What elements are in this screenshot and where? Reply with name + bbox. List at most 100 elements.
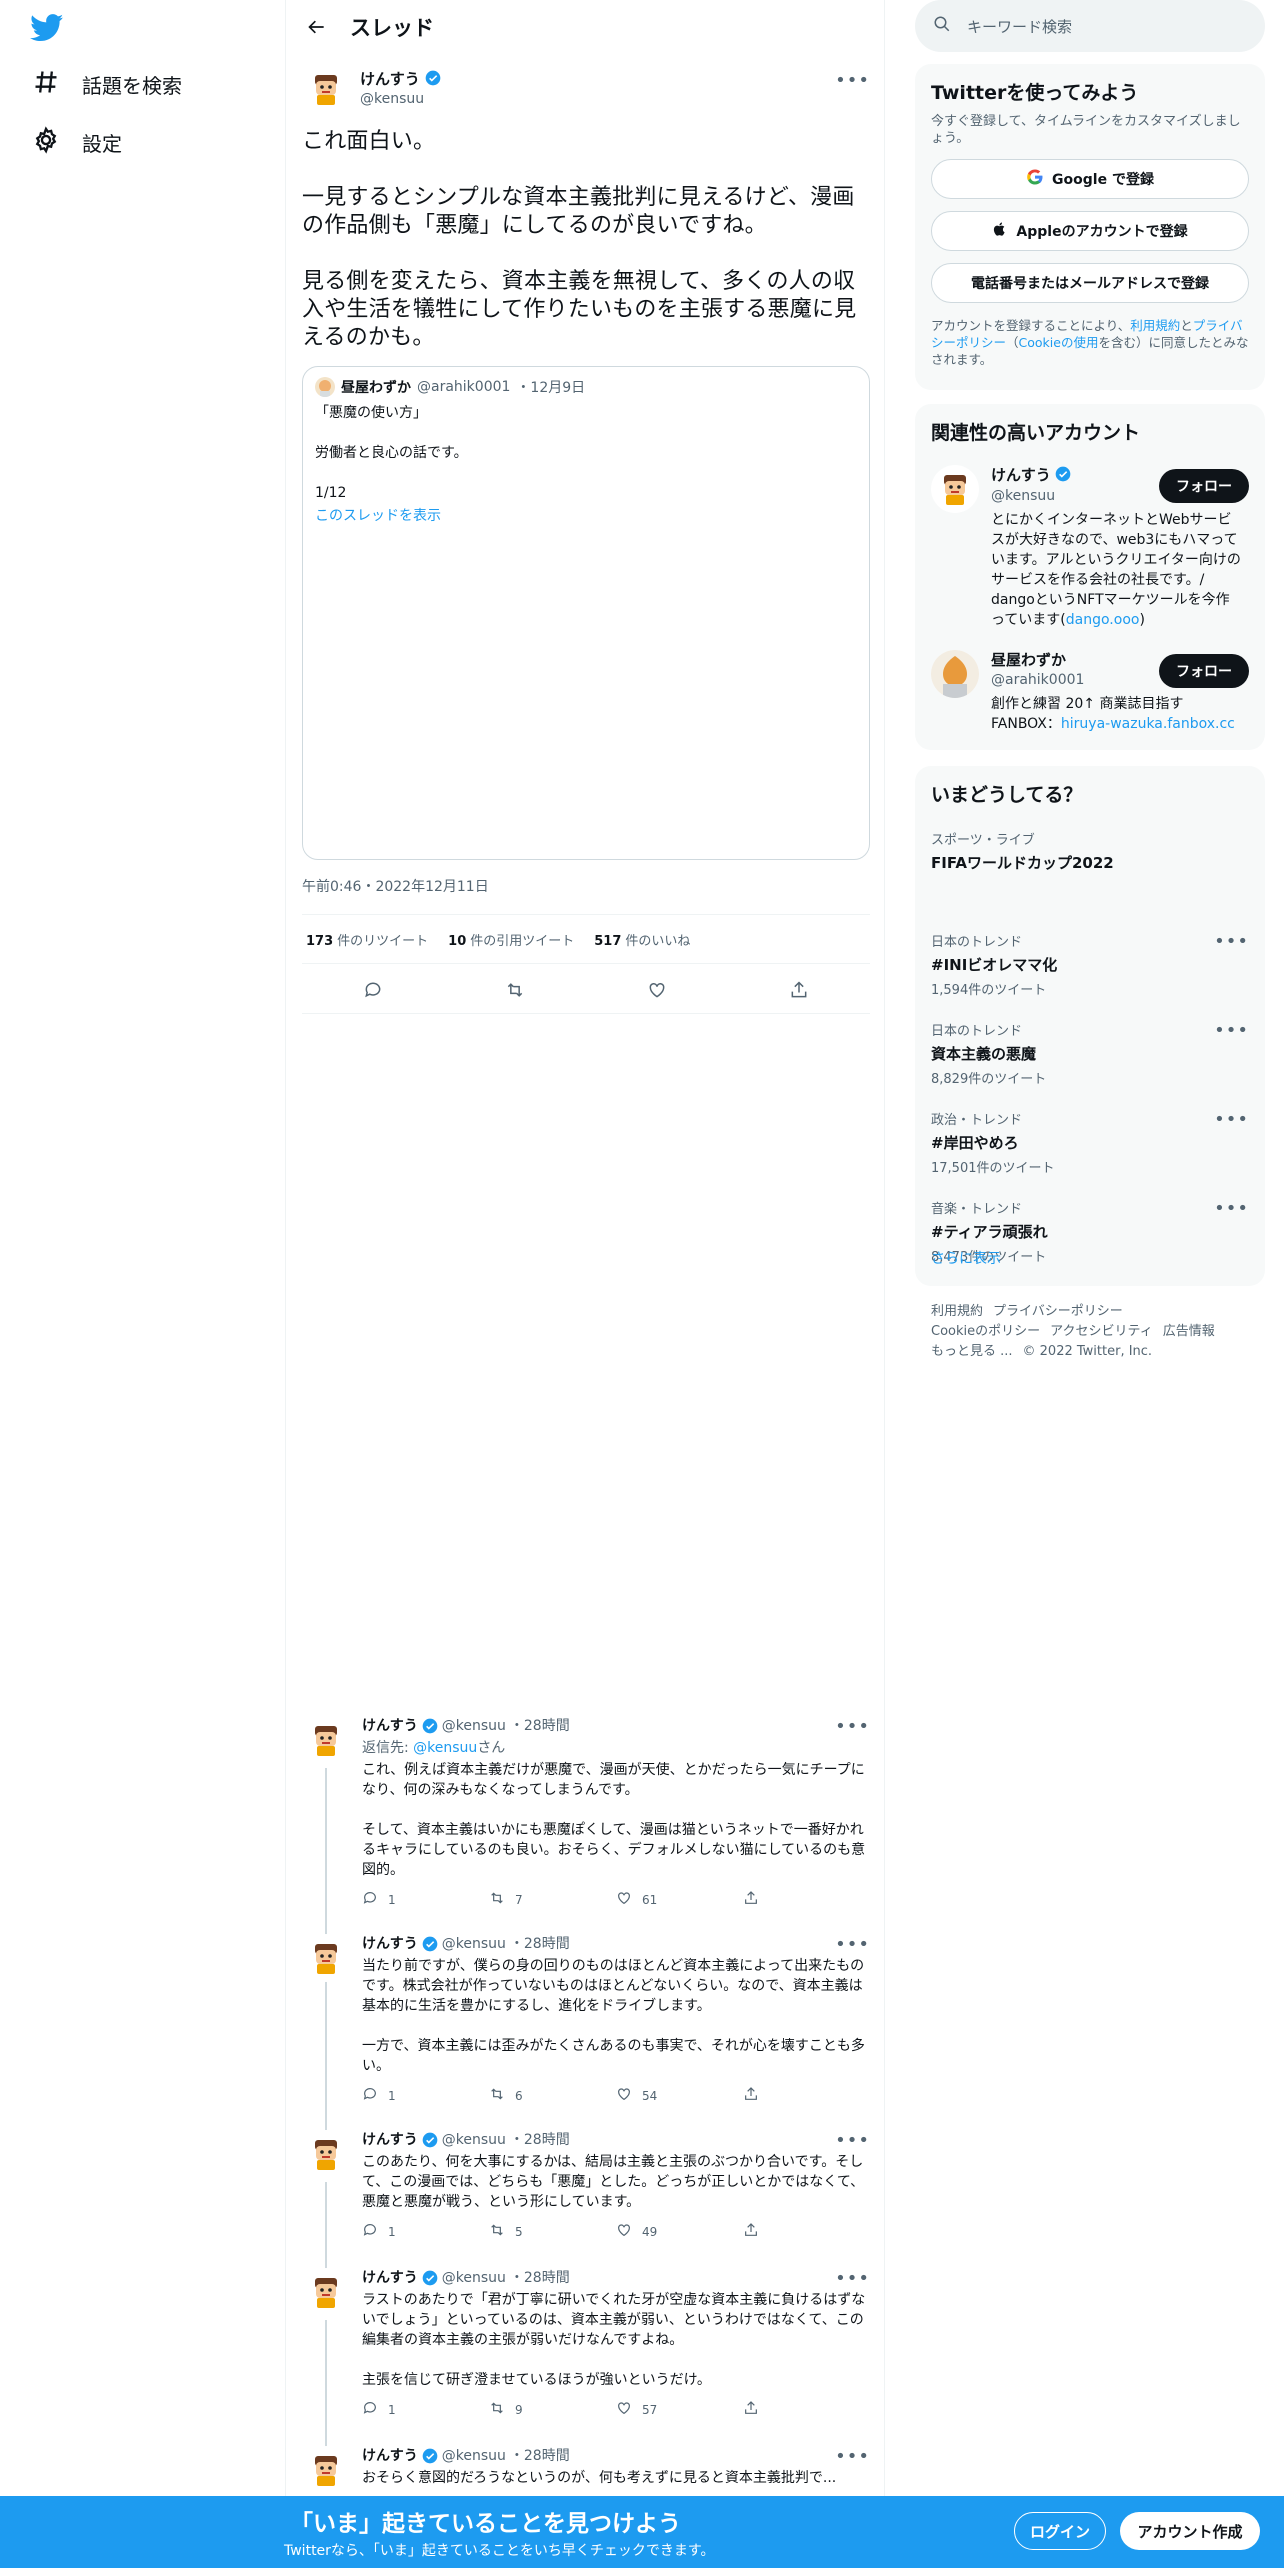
footer-link[interactable]: 利用規約 bbox=[931, 1304, 983, 1319]
trend-item[interactable]: スポーツ・ライブ FIFAワールドカップ2022 bbox=[931, 829, 1249, 873]
reply-to-handle-link[interactable]: @kensuu bbox=[413, 1740, 477, 1756]
reply-tweet[interactable]: ••• けんすう @kensuu ・28時間 このあたり、何を大事にするかは、結局は主義… bbox=[302, 2130, 870, 2270]
more-options-icon[interactable]: ••• bbox=[835, 2446, 870, 2467]
reply-time[interactable]: ・28時間 bbox=[510, 2446, 570, 2466]
show-more-link[interactable]: さらに表示 bbox=[931, 1248, 1001, 1268]
trend-item[interactable]: 政治・トレンド #岸田やめろ 17,501件のツイート ••• bbox=[931, 1109, 1249, 1176]
like-icon[interactable] bbox=[639, 972, 675, 1008]
reply-button[interactable]: 1 bbox=[362, 2400, 489, 2419]
create-account-button[interactable]: アカウント作成 bbox=[1120, 2512, 1260, 2550]
author-name[interactable]: けんすう bbox=[362, 1934, 418, 1954]
bio-link[interactable]: hiruya-wazuka.fanbox.cc bbox=[1061, 716, 1235, 732]
banner-title: 「いま」起きていることを見つけよう bbox=[290, 2511, 681, 2537]
author-name[interactable]: けんすう bbox=[360, 70, 420, 88]
terms-link[interactable]: 利用規約 bbox=[1130, 318, 1180, 333]
google-signup-button[interactable]: Google で登録 bbox=[931, 159, 1249, 199]
apple-signup-button[interactable]: Appleのアカウントで登録 bbox=[931, 211, 1249, 251]
bio-link[interactable]: dango.ooo bbox=[1066, 612, 1140, 628]
avatar[interactable] bbox=[302, 1934, 350, 1982]
author-handle[interactable]: @kensuu bbox=[442, 1934, 506, 1954]
retweet-button[interactable]: 5 bbox=[489, 2222, 616, 2241]
share-button[interactable] bbox=[743, 2400, 870, 2419]
like-button[interactable]: 57 bbox=[616, 2400, 743, 2419]
reply-tweet[interactable]: ••• けんすう @kensuu ・28時間 当たり前ですが、僕らの身の回りのものはほと… bbox=[302, 1934, 870, 2130]
author-name[interactable]: けんすう bbox=[362, 2268, 418, 2288]
footer-link[interactable]: Cookieのポリシー bbox=[931, 1324, 1040, 1339]
follow-button[interactable]: フォロー bbox=[1159, 469, 1249, 503]
reply-time[interactable]: ・28時間 bbox=[510, 2268, 570, 2288]
footer-link[interactable]: 広告情報 bbox=[1163, 1324, 1215, 1339]
share-button[interactable] bbox=[743, 1890, 870, 1909]
retweet-icon[interactable] bbox=[497, 972, 533, 1008]
reply-time[interactable]: ・28時間 bbox=[510, 2130, 570, 2150]
cookie-link[interactable]: Cookieの使用 bbox=[1019, 335, 1099, 350]
search-box[interactable]: キーワード検索 bbox=[915, 0, 1265, 52]
related-account[interactable]: けんすう @kensuu とにかくインターネットとWebサービスが大好きなので、… bbox=[931, 465, 1249, 630]
like-button[interactable]: 54 bbox=[616, 2086, 743, 2105]
more-options-icon[interactable]: ••• bbox=[1214, 1109, 1249, 1130]
twitter-logo-icon[interactable] bbox=[30, 14, 66, 44]
quote-count[interactable]: 10 件の引用ツイート bbox=[448, 930, 574, 949]
reply-tweet[interactable]: ••• けんすう @kensuu ・28時間 おそらく意図的だろうなというのが、何も考え… bbox=[302, 2446, 870, 2494]
back-arrow-icon[interactable] bbox=[300, 10, 334, 44]
avatar[interactable] bbox=[302, 2446, 350, 2494]
reply-button[interactable]: 1 bbox=[362, 2086, 489, 2105]
reply-button[interactable]: 1 bbox=[362, 2222, 489, 2241]
related-account-name[interactable]: けんすう bbox=[991, 466, 1051, 484]
more-options-icon[interactable]: ••• bbox=[835, 2130, 870, 2151]
retweet-button[interactable]: 6 bbox=[489, 2086, 616, 2105]
author-handle[interactable]: @kensuu bbox=[442, 1716, 506, 1736]
more-options-icon[interactable]: ••• bbox=[835, 70, 870, 91]
avatar[interactable] bbox=[931, 650, 979, 698]
author-name[interactable]: けんすう bbox=[362, 2446, 418, 2466]
like-count[interactable]: 517 件のいいね bbox=[594, 930, 690, 949]
reply-tweet[interactable]: ••• けんすう @kensuu ・28時間 返信先: @kensuuさん これ、例えば資… bbox=[302, 1716, 870, 2004]
avatar[interactable] bbox=[931, 465, 979, 513]
more-options-icon[interactable]: ••• bbox=[835, 1934, 870, 1955]
nav-explore[interactable]: 話題を検索 bbox=[32, 68, 182, 101]
avatar[interactable] bbox=[302, 2130, 350, 2178]
more-options-icon[interactable]: ••• bbox=[835, 1716, 870, 1737]
like-button[interactable]: 49 bbox=[616, 2222, 743, 2241]
avatar[interactable] bbox=[302, 65, 350, 113]
retweet-count[interactable]: 173 件のリツイート bbox=[306, 930, 428, 949]
author-handle[interactable]: @kensuu bbox=[442, 2130, 506, 2150]
more-options-icon[interactable]: ••• bbox=[1214, 1020, 1249, 1041]
author-handle[interactable]: @kensuu bbox=[442, 2446, 506, 2466]
phone-email-signup-button[interactable]: 電話番号またはメールアドレスで登録 bbox=[931, 263, 1249, 303]
more-options-icon[interactable]: ••• bbox=[835, 2268, 870, 2289]
share-button[interactable] bbox=[743, 2222, 870, 2241]
tweet-timestamp[interactable]: 午前0:46・2022年12月11日 bbox=[302, 876, 489, 896]
more-options-icon[interactable]: ••• bbox=[1214, 931, 1249, 952]
show-thread-link[interactable]: このスレッドを表示 bbox=[315, 505, 857, 525]
share-icon[interactable] bbox=[781, 972, 817, 1008]
retweet-button[interactable]: 9 bbox=[489, 2400, 616, 2419]
related-account[interactable]: 昼屋わずか @arahik0001 創作と練習 20↑ 商業誌目指す FANBO… bbox=[931, 650, 1249, 734]
retweet-icon bbox=[489, 2400, 505, 2419]
retweet-button[interactable]: 7 bbox=[489, 1890, 616, 1909]
reply-button[interactable]: 1 bbox=[362, 1890, 489, 1909]
author-handle[interactable]: @kensuu bbox=[442, 2268, 506, 2288]
author-handle[interactable]: @kensuu bbox=[360, 89, 441, 109]
author-name[interactable]: けんすう bbox=[362, 1716, 418, 1736]
like-button[interactable]: 61 bbox=[616, 1890, 743, 1909]
quoted-tweet[interactable]: 昼屋わずか @arahik0001 ・12月9日 「悪魔の使い方」 労働者と良心… bbox=[302, 366, 870, 860]
author-name[interactable]: けんすう bbox=[362, 2130, 418, 2150]
footer-link[interactable]: プライバシーポリシー bbox=[993, 1304, 1123, 1319]
footer-link[interactable]: もっと見る ... bbox=[931, 1344, 1013, 1359]
reply-tweet[interactable]: ••• けんすう @kensuu ・28時間 ラストのあたりで「君が丁寧に研いでくれた牙… bbox=[302, 2268, 870, 2474]
trend-item[interactable]: 日本のトレンド #INIビオレママ化 1,594件のツイート ••• bbox=[931, 931, 1249, 998]
reply-icon[interactable] bbox=[355, 972, 391, 1008]
share-button[interactable] bbox=[743, 2086, 870, 2105]
avatar[interactable] bbox=[302, 2268, 350, 2316]
more-options-icon[interactable]: ••• bbox=[1214, 1198, 1249, 1219]
reply-time[interactable]: ・28時間 bbox=[510, 1716, 570, 1736]
search-input[interactable]: キーワード検索 bbox=[967, 16, 1072, 37]
reply-time[interactable]: ・28時間 bbox=[510, 1934, 570, 1954]
trend-item[interactable]: 日本のトレンド 資本主義の悪魔 8,829件のツイート ••• bbox=[931, 1020, 1249, 1087]
login-button[interactable]: ログイン bbox=[1014, 2512, 1106, 2550]
avatar[interactable] bbox=[302, 1716, 350, 1764]
follow-button[interactable]: フォロー bbox=[1159, 654, 1249, 688]
footer-link[interactable]: アクセシビリティ bbox=[1050, 1324, 1153, 1339]
nav-settings[interactable]: 設定 bbox=[32, 126, 122, 159]
